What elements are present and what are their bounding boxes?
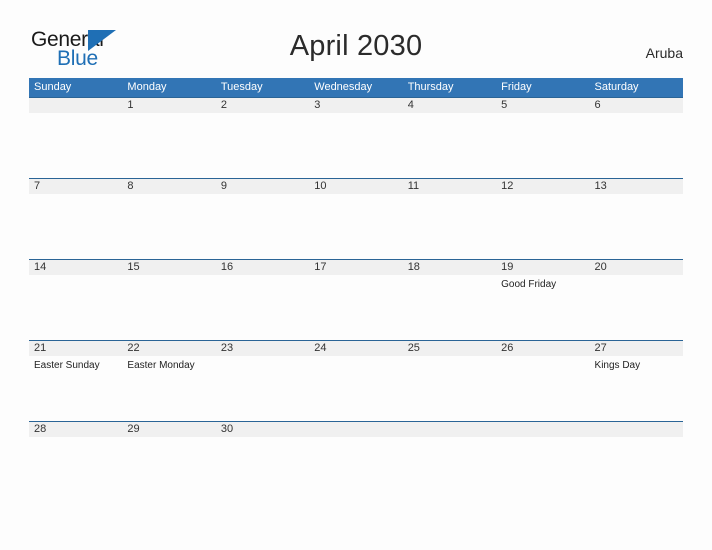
day-cell[interactable] — [590, 422, 683, 443]
region-label: Aruba — [645, 45, 683, 61]
day-cell[interactable]: 8 — [122, 179, 215, 259]
day-cell[interactable]: 11 — [403, 179, 496, 259]
day-cell[interactable]: 5 — [496, 98, 589, 178]
day-number: 14 — [34, 261, 47, 273]
day-number: 16 — [220, 261, 234, 273]
day-number: 11 — [407, 180, 420, 192]
calendar-page: General Blue April 2030 Aruba Sunday Mon… — [0, 0, 712, 550]
day-number: 24 — [314, 342, 327, 354]
day-number: 3 — [314, 99, 321, 111]
day-events: Good Friday — [501, 278, 589, 291]
day-cell[interactable]: 3 — [309, 98, 402, 178]
week-row: 28 29 30 — [29, 421, 683, 443]
day-cell[interactable]: 27 Kings Day — [590, 341, 683, 421]
day-number: 1 — [127, 99, 134, 111]
week-row: 14 15 16 17 18 19 Good Friday 20 — [29, 259, 683, 340]
weekday-friday: Friday — [501, 81, 532, 93]
day-events: Kings Day — [595, 359, 683, 372]
day-number: 25 — [407, 342, 420, 354]
day-number: 18 — [407, 261, 420, 273]
day-cell[interactable]: 30 — [216, 422, 309, 443]
day-cell[interactable]: 18 — [403, 260, 496, 340]
day-number: 30 — [220, 423, 234, 435]
day-cell[interactable]: 13 — [590, 179, 683, 259]
event-label: Kings Day — [594, 360, 641, 371]
day-number: 27 — [594, 342, 607, 354]
day-number: 23 — [220, 342, 234, 354]
day-number: 15 — [127, 261, 140, 273]
day-cell[interactable]: 16 — [216, 260, 309, 340]
week-row: 1 2 3 4 5 6 — [29, 97, 683, 178]
day-cell[interactable]: 6 — [590, 98, 683, 178]
day-number: 17 — [314, 261, 327, 273]
day-cell[interactable]: 23 — [216, 341, 309, 421]
day-cell[interactable] — [403, 422, 496, 443]
day-number: 13 — [594, 180, 607, 192]
day-cell[interactable] — [309, 422, 402, 443]
day-cell[interactable]: 21 Easter Sunday — [29, 341, 122, 421]
day-number: 12 — [501, 180, 514, 192]
day-cell[interactable]: 12 — [496, 179, 589, 259]
day-cell[interactable]: 20 — [590, 260, 683, 340]
day-events: Easter Monday — [127, 359, 215, 372]
day-cell[interactable]: 4 — [403, 98, 496, 178]
day-cell[interactable]: 29 — [122, 422, 215, 443]
day-cell[interactable]: 22 Easter Monday — [122, 341, 215, 421]
weekday-header-row: Sunday Monday Tuesday Wednesday Thursday… — [29, 78, 683, 97]
weekday-saturday: Saturday — [594, 81, 639, 93]
day-number: 29 — [127, 423, 140, 435]
day-cell[interactable]: 17 — [309, 260, 402, 340]
day-number: 10 — [314, 180, 327, 192]
day-number: 26 — [501, 342, 514, 354]
day-cell[interactable]: 28 — [29, 422, 122, 443]
day-number: 22 — [127, 342, 140, 354]
day-number: 7 — [34, 180, 41, 192]
weekday-thursday: Thursday — [407, 81, 454, 93]
weekday-wednesday: Wednesday — [314, 81, 373, 93]
day-cell[interactable]: 14 — [29, 260, 122, 340]
day-cell[interactable]: 2 — [216, 98, 309, 178]
day-cell[interactable]: 1 — [122, 98, 215, 178]
day-cell[interactable]: 24 — [309, 341, 402, 421]
page-title: April 2030 — [289, 30, 423, 62]
day-number: 2 — [220, 99, 227, 111]
day-cell[interactable]: 7 — [29, 179, 122, 259]
day-number: 5 — [501, 99, 508, 111]
day-number: 8 — [127, 180, 134, 192]
weekday-monday: Monday — [127, 81, 167, 93]
week-row: 7 8 9 10 11 12 13 — [29, 178, 683, 259]
day-number: 4 — [407, 99, 414, 111]
day-cell[interactable]: 26 — [496, 341, 589, 421]
day-cell[interactable]: 10 — [309, 179, 402, 259]
day-number: 6 — [594, 99, 601, 111]
event-label: Easter Sunday — [34, 360, 100, 371]
day-cell[interactable]: 9 — [216, 179, 309, 259]
page-header: General Blue April 2030 Aruba — [0, 0, 712, 78]
weekday-sunday: Sunday — [34, 81, 72, 93]
day-number: 28 — [34, 423, 47, 435]
day-number: 21 — [34, 342, 47, 354]
week-row: 21 Easter Sunday 22 Easter Monday 23 24 … — [29, 340, 683, 421]
day-events: Easter Sunday — [34, 359, 122, 372]
calendar-grid: Sunday Monday Tuesday Wednesday Thursday… — [29, 78, 683, 443]
weekday-tuesday: Tuesday — [220, 81, 263, 93]
day-cell[interactable]: 25 — [403, 341, 496, 421]
day-number: 9 — [220, 180, 227, 192]
day-number: 20 — [594, 261, 607, 273]
day-number: 19 — [501, 261, 514, 273]
event-label: Good Friday — [501, 279, 557, 290]
day-cell[interactable] — [29, 98, 122, 178]
day-cell[interactable]: 15 — [122, 260, 215, 340]
day-cell[interactable] — [496, 422, 589, 443]
event-label: Easter Monday — [127, 360, 195, 371]
day-cell[interactable]: 19 Good Friday — [496, 260, 589, 340]
